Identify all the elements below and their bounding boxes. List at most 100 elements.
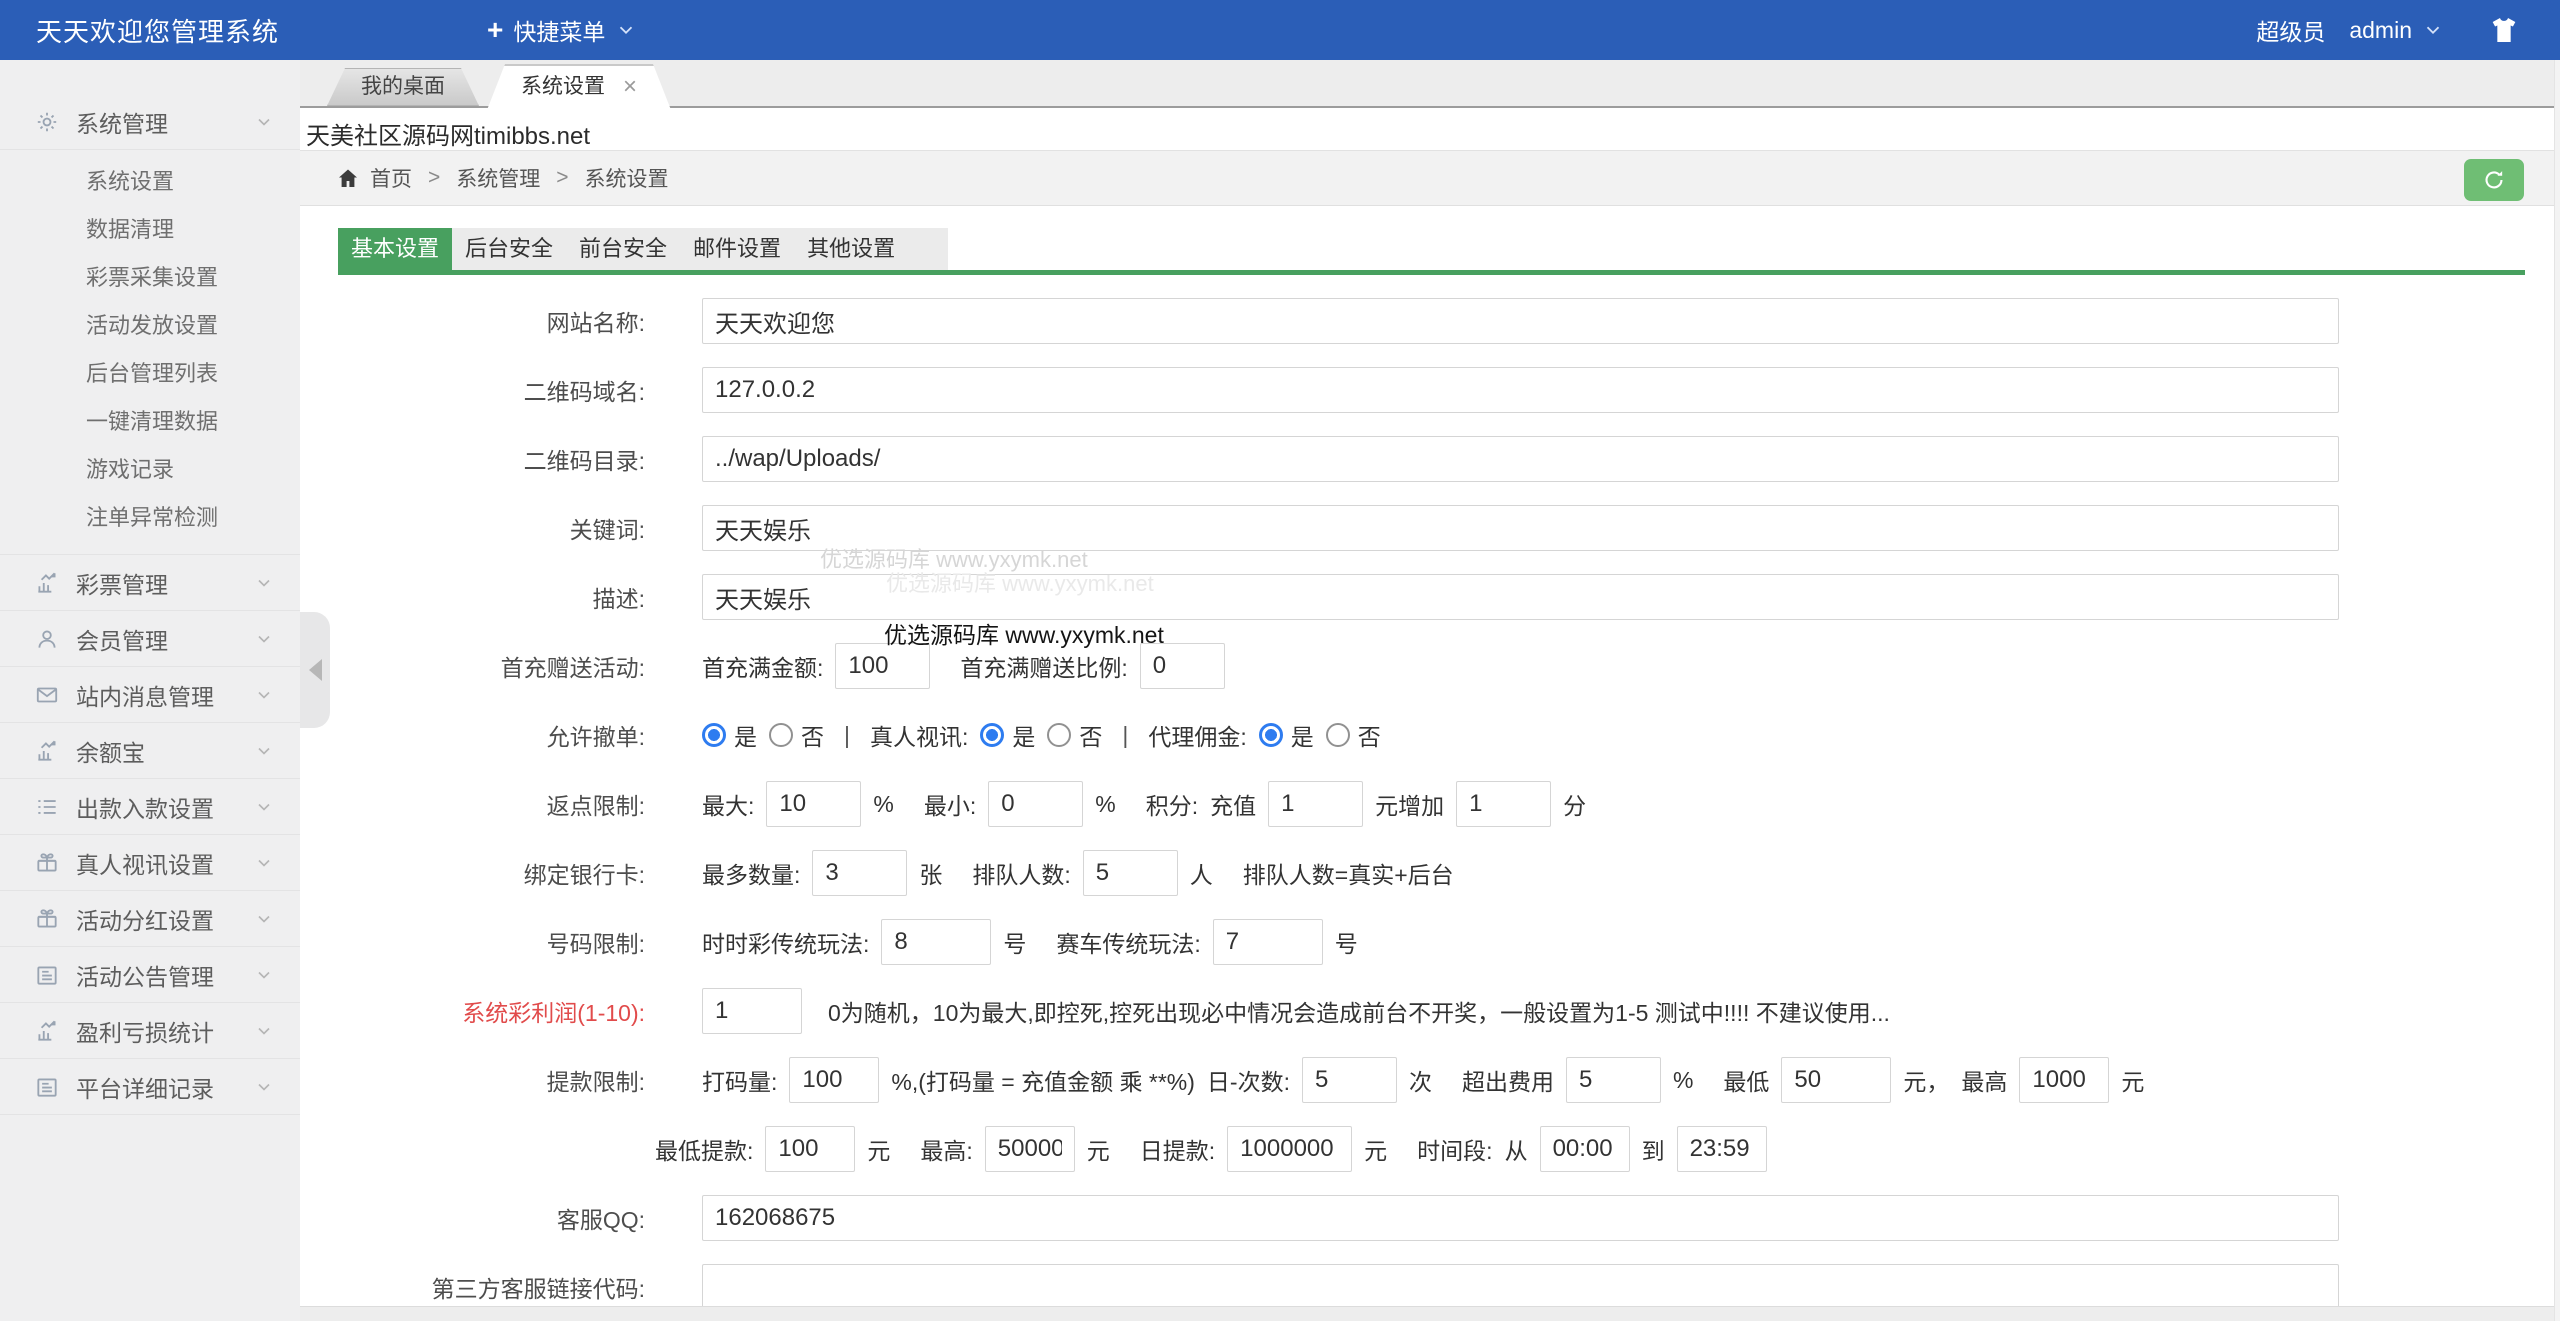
system-profit-input[interactable] (702, 988, 802, 1034)
sidebar-item-member-management[interactable]: 会员管理 (0, 611, 300, 667)
dama-input[interactable] (789, 1057, 879, 1103)
sidebar-item-label: 活动公告管理 (76, 958, 254, 992)
fee-min-input[interactable] (1781, 1057, 1891, 1103)
third-party-code-input[interactable] (702, 1264, 2339, 1310)
chart-icon (34, 1018, 60, 1044)
inline-label: % (873, 791, 893, 818)
points-add-input[interactable] (1456, 781, 1551, 827)
sidebar-item-admin-list[interactable]: 后台管理列表 (0, 350, 300, 398)
inline-label: 到 (1642, 1132, 1665, 1166)
withdraw-max-input[interactable] (985, 1126, 1075, 1172)
excess-fee-input[interactable] (1566, 1057, 1661, 1103)
time-to-input[interactable] (1677, 1126, 1767, 1172)
site-name-input[interactable] (702, 298, 2339, 344)
quick-menu-label: 快捷菜单 (513, 13, 605, 47)
breadcrumb-current: 系统设置 (585, 163, 669, 193)
agent-commission-no-radio[interactable] (1326, 723, 1350, 747)
daily-times-input[interactable] (1302, 1057, 1397, 1103)
sidebar-item-label: 活动分红设置 (76, 902, 254, 936)
inline-note: %,(打码量 = 充值金额 乘 **%) (891, 1063, 1195, 1097)
field-label: 号码限制: (338, 925, 645, 959)
sidebar-item-activity-grant[interactable]: 活动发放设置 (0, 302, 300, 350)
tab-basic-settings[interactable]: 基本设置 (338, 228, 452, 270)
sidebar-item-lottery-management[interactable]: 彩票管理 (0, 555, 300, 611)
points-charge-input[interactable] (1268, 781, 1363, 827)
qr-dir-input[interactable] (702, 436, 2339, 482)
sidebar-item-activity-dividend[interactable]: 活动分红设置 (0, 891, 300, 947)
tab-system-settings[interactable]: 系统设置 × (487, 64, 671, 110)
sidebar-collapse-handle[interactable] (300, 612, 330, 728)
sidebar-item-site-messages[interactable]: 站内消息管理 (0, 667, 300, 723)
withdraw-daily-input[interactable] (1227, 1126, 1352, 1172)
chevron-down-icon (254, 112, 274, 132)
service-qq-input[interactable] (702, 1195, 2339, 1241)
bank-queue-input[interactable] (1083, 850, 1178, 896)
gear-icon (34, 109, 60, 135)
sidebar-item-system-settings[interactable]: 系统设置 (0, 158, 300, 206)
form-row-qr-dir: 二维码目录: (338, 436, 2526, 482)
chart-icon (34, 570, 60, 596)
tab-my-desktop[interactable]: 我的桌面 (327, 68, 479, 106)
breadcrumb-bar: 首页 > 系统管理 > 系统设置 (300, 150, 2554, 206)
chevron-down-icon (254, 909, 274, 929)
live-video-no-radio[interactable] (1047, 723, 1071, 747)
sidebar-item-platform-records[interactable]: 平台详细记录 (0, 1059, 300, 1115)
tab-other-settings[interactable]: 其他设置 (794, 228, 908, 270)
scrollbar-gutter[interactable] (2554, 60, 2560, 1321)
allow-cancel-yes-radio[interactable] (702, 723, 726, 747)
chevron-left-icon (309, 659, 322, 681)
sidebar-item-lottery-collect[interactable]: 彩票采集设置 (0, 254, 300, 302)
form-row-first-charge: 首充赠送活动: 首充满金额: 首充满赠送比例: (338, 643, 2526, 689)
user-menu[interactable]: admin (2349, 17, 2444, 44)
inline-label: 日-次数: (1207, 1063, 1290, 1097)
refresh-button[interactable] (2464, 159, 2524, 201)
allow-cancel-no-radio[interactable] (769, 723, 793, 747)
form-row-site-name: 网站名称: (338, 298, 2526, 344)
form-row-number-limit: 号码限制: 时时彩传统玩法: 号 赛车传统玩法: 号 (338, 919, 2526, 965)
breadcrumb-home[interactable]: 首页 (370, 163, 412, 193)
race-number-input[interactable] (1213, 919, 1323, 965)
agent-commission-yes-radio[interactable] (1259, 723, 1283, 747)
sidebar-item-payment-settings[interactable]: 出款入款设置 (0, 779, 300, 835)
sidebar-item-label: 站内消息管理 (76, 678, 254, 712)
inline-label: 排队人数: (972, 856, 1070, 890)
sidebar-item-activity-announcements[interactable]: 活动公告管理 (0, 947, 300, 1003)
tab-backend-security[interactable]: 后台安全 (452, 228, 566, 270)
sidebar-item-data-cleanup[interactable]: 数据清理 (0, 206, 300, 254)
live-video-yes-radio[interactable] (980, 723, 1004, 747)
rebate-min-input[interactable] (988, 781, 1083, 827)
basic-settings-form: 网站名称: 二维码域名: 二维码目录: 关键词: 描述: 首充赠送活动: 首充满… (338, 298, 2526, 1333)
inline-label: 真人视讯: (870, 718, 968, 752)
sidebar-item-label: 盈利亏损统计 (76, 1014, 254, 1048)
sidebar-item-profit-loss-stats[interactable]: 盈利亏损统计 (0, 1003, 300, 1059)
time-from-input[interactable] (1540, 1126, 1630, 1172)
sidebar: 系统管理 系统设置 数据清理 彩票采集设置 活动发放设置 后台管理列表 一键清理… (0, 60, 300, 1321)
chevron-down-icon (254, 573, 274, 593)
qr-domain-input[interactable] (702, 367, 2339, 413)
sidebar-item-order-anomaly[interactable]: 注单异常检测 (0, 494, 300, 542)
close-icon[interactable]: × (623, 75, 637, 99)
sidebar-item-live-video-settings[interactable]: 真人视讯设置 (0, 835, 300, 891)
form-row-bank-card: 绑定银行卡: 最多数量: 张 排队人数: 人 排队人数=真实+后台 (338, 850, 2526, 896)
sidebar-item-game-records[interactable]: 游戏记录 (0, 446, 300, 494)
theme-tshirt-icon[interactable] (2488, 14, 2520, 46)
tab-mail-settings[interactable]: 邮件设置 (680, 228, 794, 270)
fee-max-input[interactable] (2019, 1057, 2109, 1103)
tab-frontend-security[interactable]: 前台安全 (566, 228, 680, 270)
rebate-max-input[interactable] (766, 781, 861, 827)
sidebar-item-yuebao[interactable]: 余额宝 (0, 723, 300, 779)
inline-label: 日提款: (1140, 1132, 1215, 1166)
withdraw-min-input[interactable] (765, 1126, 855, 1172)
profit-hint: 0为随机，10为最大,即控死,控死出现必中情况会造成前台不开奖，一般设置为1-5… (828, 994, 1890, 1028)
radio-label: 是 (1291, 718, 1314, 752)
site-note: 天美社区源码网timibbs.net (306, 116, 590, 151)
sidebar-item-system-management[interactable]: 系统管理 (0, 94, 300, 150)
inline-label: % (1095, 791, 1115, 818)
quick-menu-button[interactable]: + 快捷菜单 (487, 13, 637, 47)
sidebar-item-one-key-clean[interactable]: 一键清理数据 (0, 398, 300, 446)
bank-max-input[interactable] (812, 850, 907, 896)
ssc-number-input[interactable] (881, 919, 991, 965)
form-row-service-qq: 客服QQ: (338, 1195, 2526, 1241)
inline-label: 充值 (1210, 787, 1256, 821)
chevron-down-icon (2422, 19, 2444, 41)
